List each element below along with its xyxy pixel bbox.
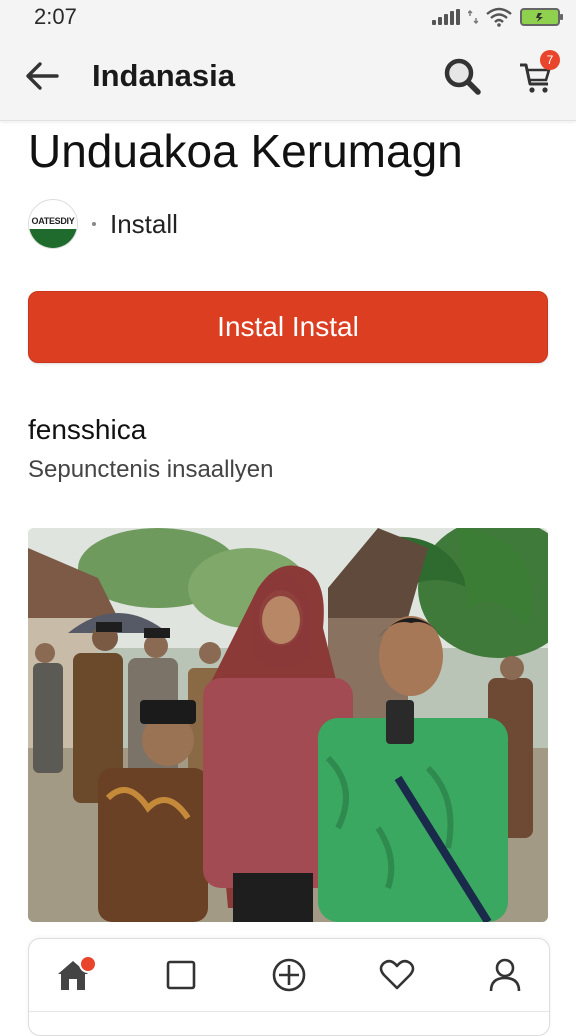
cart-button[interactable]: 7 <box>512 50 560 100</box>
install-button[interactable]: Instal Instal <box>28 291 548 363</box>
page-title: Unduakoa Kerumagn <box>28 125 463 177</box>
profile-icon <box>489 958 521 992</box>
nav-home[interactable] <box>43 951 103 999</box>
data-arrows-icon <box>468 10 478 24</box>
nav-divider <box>29 1011 549 1012</box>
wifi-icon <box>486 7 512 27</box>
separator-dot <box>92 222 96 226</box>
nav-add[interactable] <box>259 951 319 999</box>
back-button[interactable] <box>20 54 64 98</box>
bottom-navigation <box>28 938 550 1036</box>
status-bar: 2:07 <box>0 0 576 34</box>
developer-logo-text: OATESDIY <box>31 216 75 226</box>
app-screenshot-image[interactable] <box>28 528 548 922</box>
arrow-left-icon <box>26 62 59 90</box>
cart-badge: 7 <box>540 50 560 70</box>
square-icon <box>166 960 196 990</box>
group-photo <box>28 528 548 922</box>
developer-row: OATESDIY Install <box>28 198 178 250</box>
nav-favorites[interactable] <box>367 951 427 999</box>
nav-profile[interactable] <box>475 951 535 999</box>
app-title: Indanasia <box>92 58 235 93</box>
developer-install-link[interactable]: Install <box>110 209 178 240</box>
status-icons <box>432 6 563 28</box>
add-circle-icon <box>272 958 306 992</box>
developer-logo[interactable]: OATESDIY <box>28 199 78 249</box>
nav-square[interactable] <box>151 951 211 999</box>
search-button[interactable] <box>438 52 486 100</box>
battery-icon <box>520 8 563 26</box>
app-bar: Indanasia 7 <box>0 34 576 121</box>
signal-icon <box>432 9 460 25</box>
heart-icon <box>379 959 415 990</box>
section-heading: fensshica <box>28 414 147 445</box>
home-badge <box>79 955 97 973</box>
status-time: 2:07 <box>34 4 77 29</box>
section-description: Sepunctenis insaallyen <box>28 456 274 483</box>
search-icon <box>444 58 481 95</box>
